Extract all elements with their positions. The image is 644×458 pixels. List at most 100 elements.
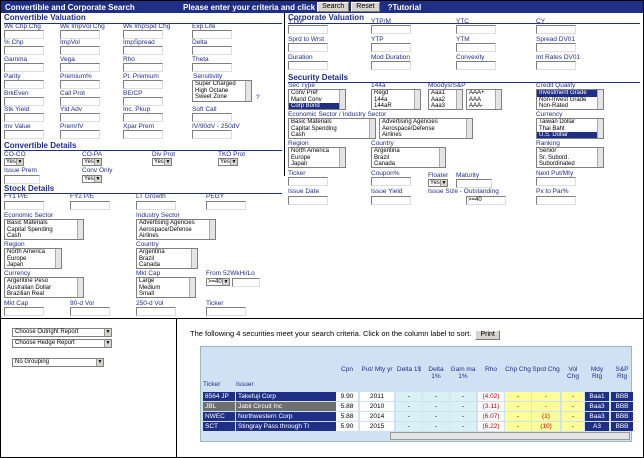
chevron-down-icon[interactable]: ▼ bbox=[94, 159, 101, 165]
reset-button[interactable]: Reset bbox=[351, 2, 380, 12]
column-header[interactable]: Chp Chg bbox=[505, 366, 531, 373]
stock-currency-list[interactable]: Argentine Peso Australian Dollar Brazili… bbox=[4, 277, 84, 298]
scrollbar[interactable] bbox=[191, 249, 197, 268]
cv-field-input[interactable] bbox=[192, 130, 232, 139]
search-button[interactable]: Search bbox=[317, 2, 350, 12]
moodys-list[interactable]: Aaa1 Aaa2 Aaa3 bbox=[428, 89, 463, 110]
pegy-input[interactable] bbox=[206, 201, 246, 210]
corp-field-input[interactable] bbox=[371, 43, 411, 52]
chevron-down-icon[interactable]: ▼ bbox=[222, 279, 229, 285]
corp-field-input[interactable] bbox=[536, 61, 576, 70]
grouping-select[interactable]: No Grouping ▼ bbox=[12, 358, 104, 367]
column-header[interactable]: Delta 1$ bbox=[396, 366, 422, 373]
coupon-input[interactable] bbox=[371, 177, 411, 186]
corp-field-input[interactable] bbox=[536, 43, 576, 52]
chevron-down-icon[interactable]: ▼ bbox=[96, 359, 103, 366]
issue-yield-input[interactable] bbox=[371, 196, 411, 205]
scrollbar[interactable] bbox=[597, 148, 603, 167]
corp-field-input[interactable] bbox=[371, 61, 411, 70]
cv-field-input[interactable] bbox=[60, 46, 100, 55]
cv-field-input[interactable] bbox=[60, 80, 100, 89]
column-header[interactable]: Ticker bbox=[203, 381, 235, 388]
column-header[interactable]: Issuer bbox=[236, 381, 336, 388]
issue-size-input[interactable]: >=40 bbox=[466, 196, 506, 205]
corp-field-input[interactable] bbox=[371, 25, 411, 34]
list-item[interactable]: Small bbox=[137, 291, 195, 297]
sec-type-list[interactable]: Conv Pref Mand Conv Corp Bond bbox=[288, 89, 346, 110]
list-item[interactable]: Non-Rated bbox=[537, 103, 603, 109]
list-item[interactable]: Corp Bond bbox=[289, 103, 345, 109]
mkt-cap-list[interactable]: Large Medium Small bbox=[136, 277, 196, 298]
list-item[interactable]: Canada bbox=[137, 262, 197, 268]
scrollbar[interactable] bbox=[369, 119, 375, 138]
cv-field-input[interactable] bbox=[60, 130, 100, 139]
column-header[interactable]: Rho bbox=[478, 366, 504, 373]
list-item[interactable]: Sweet Zone bbox=[193, 94, 251, 101]
fy2-pe-input[interactable] bbox=[70, 201, 110, 210]
scrollbar[interactable] bbox=[597, 90, 603, 109]
scrollbar[interactable] bbox=[77, 278, 83, 297]
list-item[interactable]: Subordinated bbox=[537, 161, 603, 167]
list-item[interactable]: Airlines bbox=[137, 233, 215, 239]
column-header[interactable]: S&P Rtg bbox=[611, 366, 633, 380]
issue-date-input[interactable] bbox=[288, 196, 328, 205]
cv-field-input[interactable] bbox=[4, 97, 44, 106]
list-item[interactable]: Japan bbox=[5, 262, 61, 268]
help-icon[interactable]: ? bbox=[256, 94, 260, 101]
from-52wk-input[interactable] bbox=[232, 278, 260, 287]
table-row[interactable]: NWEC Northwestern Corp 5.88 2014- - - (6.07) -(… bbox=[200, 412, 633, 421]
list-item[interactable]: Brazilian Real bbox=[5, 291, 83, 297]
scrollbar[interactable] bbox=[55, 249, 61, 268]
lt-growth-input[interactable] bbox=[136, 201, 176, 210]
stock-region-list[interactable]: North America Europe Japan bbox=[4, 248, 62, 269]
stock-industry-list[interactable]: Advertising Agencies Aerospace/Defense A… bbox=[136, 219, 216, 240]
corp-field-input[interactable] bbox=[288, 61, 328, 70]
scrollbar[interactable] bbox=[189, 278, 195, 297]
column-header[interactable]: Gam ma 1% bbox=[450, 366, 476, 380]
scrollbar[interactable] bbox=[339, 148, 345, 167]
maturity-input[interactable] bbox=[456, 179, 492, 188]
vol90-input[interactable] bbox=[70, 307, 110, 316]
scrollbar[interactable] bbox=[339, 90, 345, 109]
cv-field-input[interactable] bbox=[60, 97, 100, 106]
corp-field-input[interactable] bbox=[288, 25, 328, 34]
from-52wk-select[interactable]: >=40 ▼ bbox=[206, 278, 230, 286]
next-put-input[interactable] bbox=[536, 177, 576, 186]
stock-econ-list[interactable]: Basic Materials Capital Spending Cash bbox=[4, 219, 84, 240]
corp-field-input[interactable] bbox=[288, 43, 328, 52]
cv-field-input[interactable] bbox=[123, 63, 163, 72]
scrollbar[interactable] bbox=[245, 81, 251, 101]
chevron-down-icon[interactable]: ▼ bbox=[16, 159, 23, 165]
region-list[interactable]: North America Europe Japan bbox=[288, 147, 346, 168]
currency-list[interactable]: Taiwan Dollar Thai Baht U.S. Dollar bbox=[536, 118, 604, 139]
scrollbar[interactable] bbox=[456, 90, 462, 109]
list-item[interactable]: Cash bbox=[289, 132, 375, 138]
list-item[interactable]: U.S. Dollar bbox=[537, 132, 603, 138]
list-item[interactable]: Canada bbox=[372, 161, 445, 167]
cv-field-input[interactable] bbox=[60, 63, 100, 72]
cv-field-input[interactable] bbox=[123, 97, 163, 106]
cv-field-input[interactable] bbox=[4, 63, 44, 72]
issue-prem-input[interactable] bbox=[4, 175, 40, 184]
table-row[interactable]: JBL Jabil Circuit Inc 5.88 2010- - - (3.11) - - -… bbox=[200, 402, 633, 411]
stock-ticker-input[interactable] bbox=[206, 307, 246, 316]
list-item[interactable]: Cash bbox=[5, 233, 83, 239]
column-header[interactable]: Sprd Chg bbox=[532, 366, 560, 373]
horizontal-scrollbar[interactable] bbox=[390, 432, 630, 440]
cv-field-input[interactable] bbox=[192, 63, 232, 72]
mkt-cap-input[interactable] bbox=[4, 307, 44, 316]
scrollbar[interactable] bbox=[495, 90, 501, 109]
fy1-pe-input[interactable] bbox=[4, 201, 44, 210]
co-pa-select[interactable]: Yes ▼ bbox=[82, 158, 102, 166]
cv-field-input[interactable] bbox=[192, 46, 232, 55]
chevron-down-icon[interactable]: ▼ bbox=[94, 176, 101, 182]
cv-field-input[interactable] bbox=[123, 80, 163, 89]
cv-field-input[interactable] bbox=[123, 30, 163, 39]
scrollbar[interactable] bbox=[597, 119, 603, 138]
chevron-down-icon[interactable]: ▼ bbox=[230, 159, 237, 165]
scrollbar[interactable] bbox=[466, 119, 472, 138]
table-row[interactable]: 8564 JP Takefuji Corp 9.90 2011- - - (4.02) - - -… bbox=[200, 392, 633, 401]
floater-select[interactable]: Yes ▼ bbox=[428, 179, 448, 187]
co-co-select[interactable]: Yes ▼ bbox=[4, 158, 24, 166]
column-header[interactable]: Put/ Mty yr bbox=[360, 366, 394, 373]
